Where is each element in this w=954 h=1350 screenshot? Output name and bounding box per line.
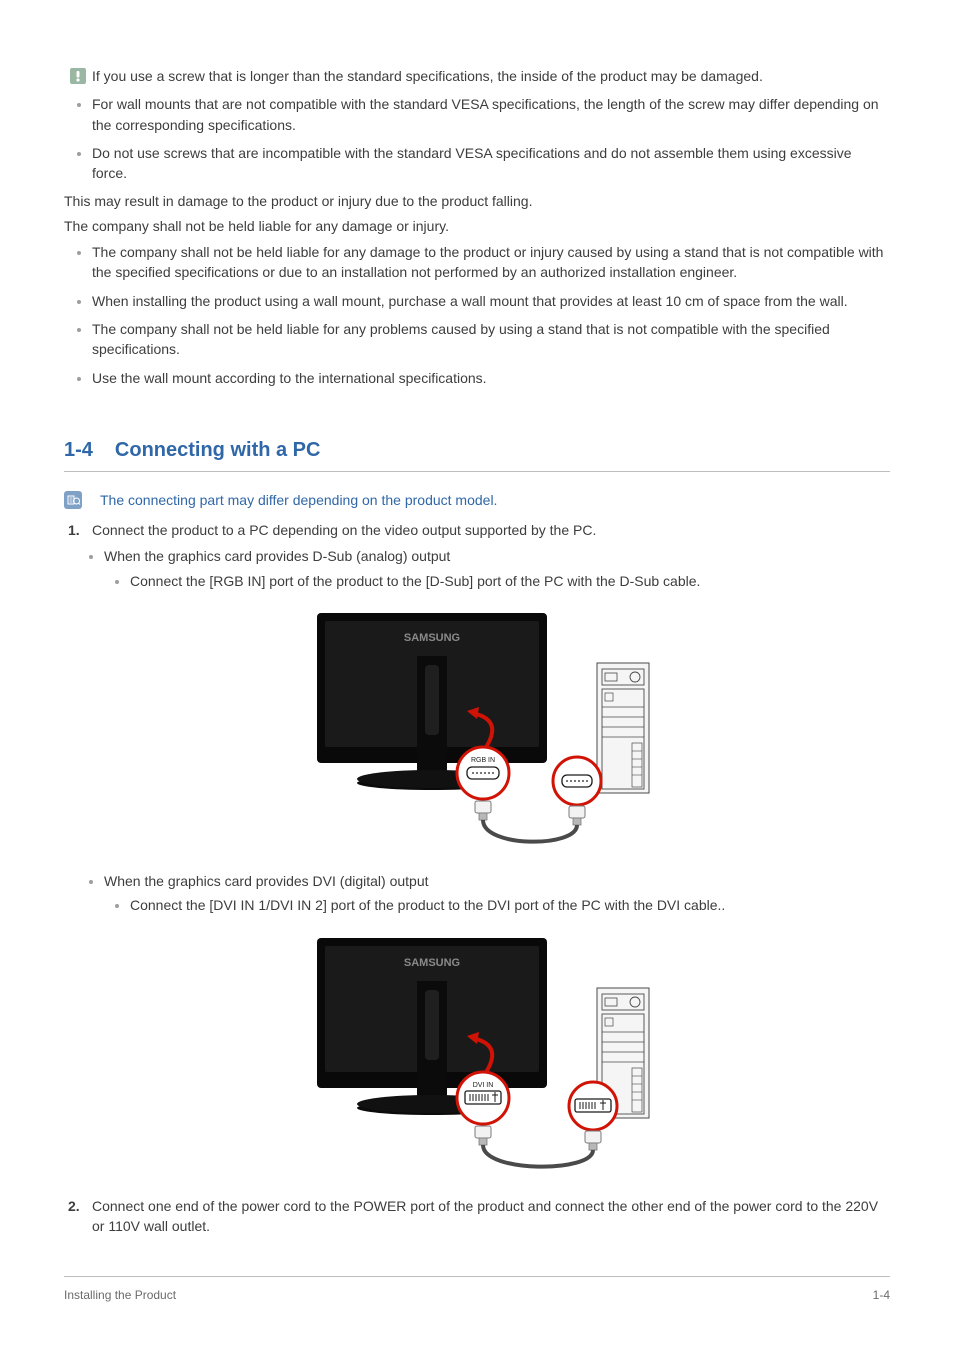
figure-rgb-connection: SAMSUNG RGB IN (64, 603, 890, 853)
footer-left: Installing the Product (64, 1287, 176, 1304)
caution-icon (70, 68, 86, 84)
caution-item: For wall mounts that are not compatible … (92, 96, 879, 132)
caution-item: If you use a screw that is longer than t… (92, 68, 763, 84)
step-1: Connect the product to a PC depending on… (64, 520, 890, 540)
liability-item: Use the wall mount according to the inte… (92, 370, 487, 386)
caution-item: Do not use screws that are incompatible … (92, 145, 852, 181)
liability-item: The company shall not be held liable for… (92, 321, 830, 357)
body-text: This may result in damage to the product… (64, 191, 890, 211)
svg-text:DVI IN: DVI IN (473, 1082, 494, 1089)
svg-text:RGB IN: RGB IN (471, 757, 495, 764)
steps-list: Connect the product to a PC depending on… (64, 520, 890, 540)
section-title: Connecting with a PC (115, 439, 321, 461)
page-footer: Installing the Product 1-4 (64, 1276, 890, 1304)
figure-dvi-connection: SAMSUNG DVI IN (64, 928, 890, 1178)
note-row: The connecting part may differ depending… (64, 490, 890, 510)
steps-list-2: Connect one end of the power cord to the… (64, 1196, 890, 1237)
liability-item: When installing the product using a wall… (92, 293, 848, 309)
dvi-when: When the graphics card provides DVI (dig… (104, 873, 429, 889)
section-number: 1-4 (64, 439, 93, 461)
svg-text:SAMSUNG: SAMSUNG (404, 632, 460, 644)
svg-text:SAMSUNG: SAMSUNG (404, 957, 460, 969)
dsub-when: When the graphics card provides D-Sub (a… (104, 548, 450, 564)
caution-list: If you use a screw that is longer than t… (64, 66, 890, 183)
liability-list: The company shall not be held liable for… (64, 242, 890, 388)
note-text: The connecting part may differ depending… (100, 490, 497, 510)
step-2: Connect one end of the power cord to the… (64, 1196, 890, 1237)
footer-right: 1-4 (873, 1287, 890, 1304)
note-icon (64, 491, 82, 509)
body-text: The company shall not be held liable for… (64, 216, 890, 236)
liability-item: The company shall not be held liable for… (92, 244, 883, 280)
dsub-how: Connect the [RGB IN] port of the product… (130, 573, 700, 589)
dvi-how: Connect the [DVI IN 1/DVI IN 2] port of … (130, 897, 725, 913)
dvi-block: When the graphics card provides DVI (dig… (64, 871, 890, 916)
dsub-block: When the graphics card provides D-Sub (a… (64, 546, 890, 591)
section-heading: 1-4 Connecting with a PC (64, 436, 890, 472)
